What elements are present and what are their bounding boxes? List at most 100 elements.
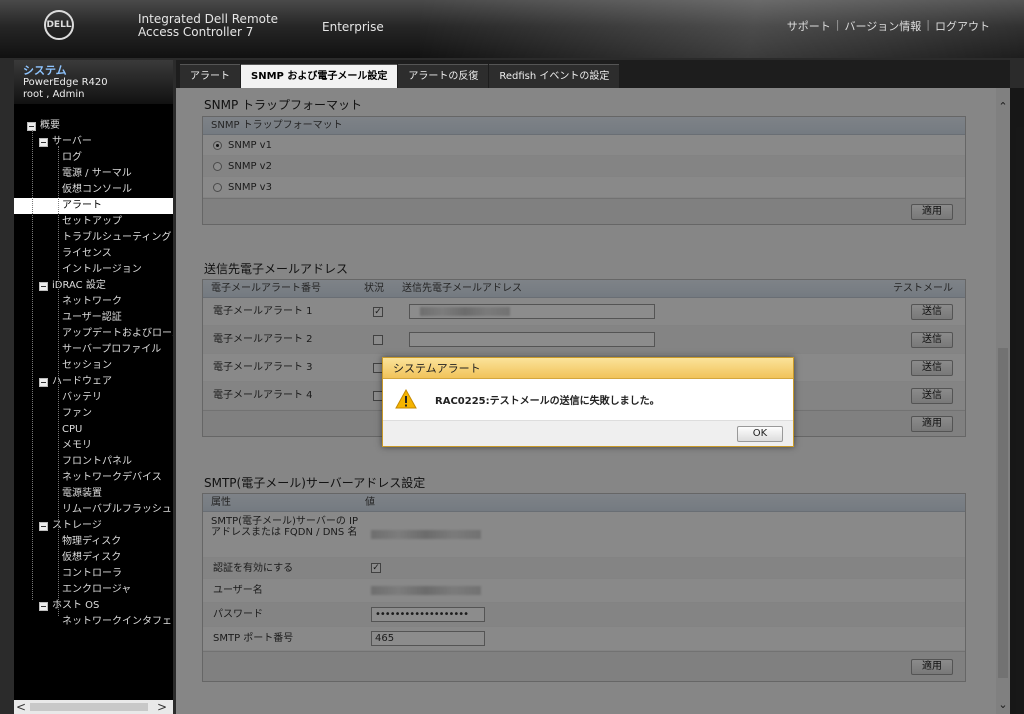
sidebar-item[interactable]: ネットワーク [14, 294, 173, 310]
system-alert-dialog: システムアラート RAC0225:テストメールの送信に失敗しました。 OK [382, 357, 794, 447]
sidebar: システム PowerEdge R420 root , Admin 概要サーバーロ… [14, 60, 173, 714]
collapse-icon[interactable] [39, 138, 48, 147]
sidebar-item[interactable]: ネットワークインタフェース [14, 614, 173, 630]
sidebar-item[interactable]: CPU [14, 422, 173, 438]
sidebar-item[interactable]: 仮想コンソール [14, 182, 173, 198]
system-summary[interactable]: システム PowerEdge R420 root , Admin [14, 60, 173, 104]
header-links: サポート | バージョン情報 | ログアウト [787, 18, 990, 34]
dialog-message: RAC0225:テストメールの送信に失敗しました。 [435, 396, 660, 407]
sidebar-item-label: 仮想ディスク [62, 552, 122, 563]
sidebar-item-label: 電源装置 [62, 488, 102, 499]
scroll-right-icon[interactable]: > [155, 700, 169, 714]
sidebar-item-label: アップデートおよびロールバック [62, 328, 173, 339]
sidebar-item-label: ネットワーク [62, 296, 122, 307]
collapse-icon[interactable] [39, 282, 48, 291]
sidebar-item[interactable]: 概要 [14, 118, 173, 134]
tab-bar: アラート SNMP および電子メール設定 アラートの反復 Redfish イベン… [176, 60, 1010, 88]
sidebar-item-label: 概要 [40, 120, 60, 131]
scroll-left-icon[interactable]: < [14, 700, 28, 714]
system-model: PowerEdge R420 [23, 77, 108, 88]
sidebar-item[interactable]: サーバープロファイル [14, 342, 173, 358]
sidebar-item-label: ネットワークデバイス [62, 472, 162, 483]
sidebar-item[interactable]: ファン [14, 406, 173, 422]
sidebar-item-label: セッション [62, 360, 112, 371]
dialog-title: システムアラート [383, 358, 793, 379]
sidebar-item[interactable]: 電源 / サーマル [14, 166, 173, 182]
sidebar-item[interactable]: ログ [14, 150, 173, 166]
sidebar-item[interactable]: ネットワークデバイス [14, 470, 173, 486]
sidebar-item-label: アラート [62, 200, 102, 211]
version-link[interactable]: バージョン情報 [845, 18, 922, 34]
sidebar-item-label: ログ [62, 152, 82, 163]
collapse-icon[interactable] [39, 522, 48, 531]
sidebar-item-label: 電源 / サーマル [62, 168, 132, 179]
sidebar-item[interactable]: バッテリ [14, 390, 173, 406]
navigation-tree: 概要サーバーログ電源 / サーマル 仮想コンソール アラートセットアップトラブルシュ… [14, 118, 173, 698]
sidebar-item[interactable]: リムーバブルフラッシュメディア [14, 502, 173, 518]
sidebar-item-label: ストレージ [52, 520, 102, 531]
logout-link[interactable]: ログアウト [935, 18, 990, 34]
sidebar-item-label: イントルージョン [62, 264, 142, 275]
sidebar-item-label: サーバープロファイル [62, 344, 162, 355]
product-name: Integrated Dell Remote Access Controller… [138, 12, 279, 39]
dell-logo: DELL [44, 10, 74, 40]
tab-snmp-email[interactable]: SNMP および電子メール設定 [241, 64, 398, 88]
sidebar-item-label: ユーザー認証 [62, 312, 122, 323]
sidebar-item[interactable]: イントルージョン [14, 262, 173, 278]
sidebar-item-label: メモリ [62, 440, 92, 451]
dialog-body: RAC0225:テストメールの送信に失敗しました。 [383, 379, 793, 420]
system-title[interactable]: システム [23, 65, 164, 77]
sidebar-item-label: ライセンス [62, 248, 112, 259]
sidebar-item[interactable]: アラート [14, 198, 173, 214]
sidebar-item[interactable]: コントローラ [14, 566, 173, 582]
tab-alert-recurrence[interactable]: アラートの反復 [398, 64, 489, 88]
sidebar-item[interactable]: ライセンス [14, 246, 173, 262]
sidebar-horizontal-scrollbar[interactable]: < > [14, 700, 173, 714]
sidebar-item[interactable]: エンクロージャ [14, 582, 173, 598]
sidebar-item-label: コントローラ [62, 568, 122, 579]
collapse-icon[interactable] [39, 602, 48, 611]
support-link[interactable]: サポート [787, 18, 831, 34]
sidebar-item[interactable]: アップデートおよびロールバック [14, 326, 173, 342]
scrollbar-thumb[interactable] [30, 703, 148, 711]
sidebar-item-label: リムーバブルフラッシュメディア [62, 504, 173, 515]
sidebar-item-label: バッテリ [62, 392, 102, 403]
sidebar-item[interactable]: ホスト OS [14, 598, 173, 614]
sidebar-item[interactable]: iDRAC 設定 [14, 278, 173, 294]
sidebar-item-label: ネットワークインタフェース [62, 616, 173, 627]
sidebar-item[interactable]: 電源装置 [14, 486, 173, 502]
sidebar-item[interactable]: セッション [14, 358, 173, 374]
sidebar-item-label: iDRAC 設定 [52, 280, 106, 291]
link-separator: | [926, 18, 930, 31]
sidebar-item[interactable]: ユーザー認証 [14, 310, 173, 326]
sidebar-item[interactable]: フロントパネル [14, 454, 173, 470]
tab-redfish-events[interactable]: Redfish イベントの設定 [489, 64, 620, 88]
sidebar-item-label: トラブルシューティング [62, 232, 172, 243]
sidebar-item-label: 仮想コンソール [62, 184, 132, 195]
sidebar-item[interactable]: サーバー [14, 134, 173, 150]
sidebar-item-label: 物理ディスク [62, 536, 122, 547]
sidebar-item[interactable]: 仮想ディスク [14, 550, 173, 566]
tree-guide-line [32, 130, 33, 600]
sidebar-item-label: ホスト OS [52, 600, 100, 611]
sidebar-item-label: ファン [62, 408, 92, 419]
tab-alerts[interactable]: アラート [180, 64, 240, 88]
edition-label: Enterprise [322, 20, 384, 34]
sidebar-item[interactable]: セットアップ [14, 214, 173, 230]
ok-button[interactable]: OK [737, 426, 783, 442]
sidebar-item[interactable]: ストレージ [14, 518, 173, 534]
collapse-icon[interactable] [39, 378, 48, 387]
warning-icon [395, 389, 417, 409]
sidebar-item[interactable]: ハードウェア [14, 374, 173, 390]
sidebar-item[interactable]: 物理ディスク [14, 534, 173, 550]
app-header: DELL Integrated Dell Remote Access Contr… [0, 0, 1024, 58]
sidebar-item-label: フロントパネル [62, 456, 132, 467]
sidebar-item[interactable]: トラブルシューティング [14, 230, 173, 246]
current-user: root , Admin [23, 89, 85, 100]
sidebar-item-label: セットアップ [62, 216, 122, 227]
sidebar-item-label: エンクロージャ [62, 584, 132, 595]
sidebar-item-label: CPU [62, 424, 83, 435]
sidebar-item-label: ハードウェア [52, 376, 112, 387]
dialog-footer: OK [383, 420, 793, 446]
sidebar-item[interactable]: メモリ [14, 438, 173, 454]
